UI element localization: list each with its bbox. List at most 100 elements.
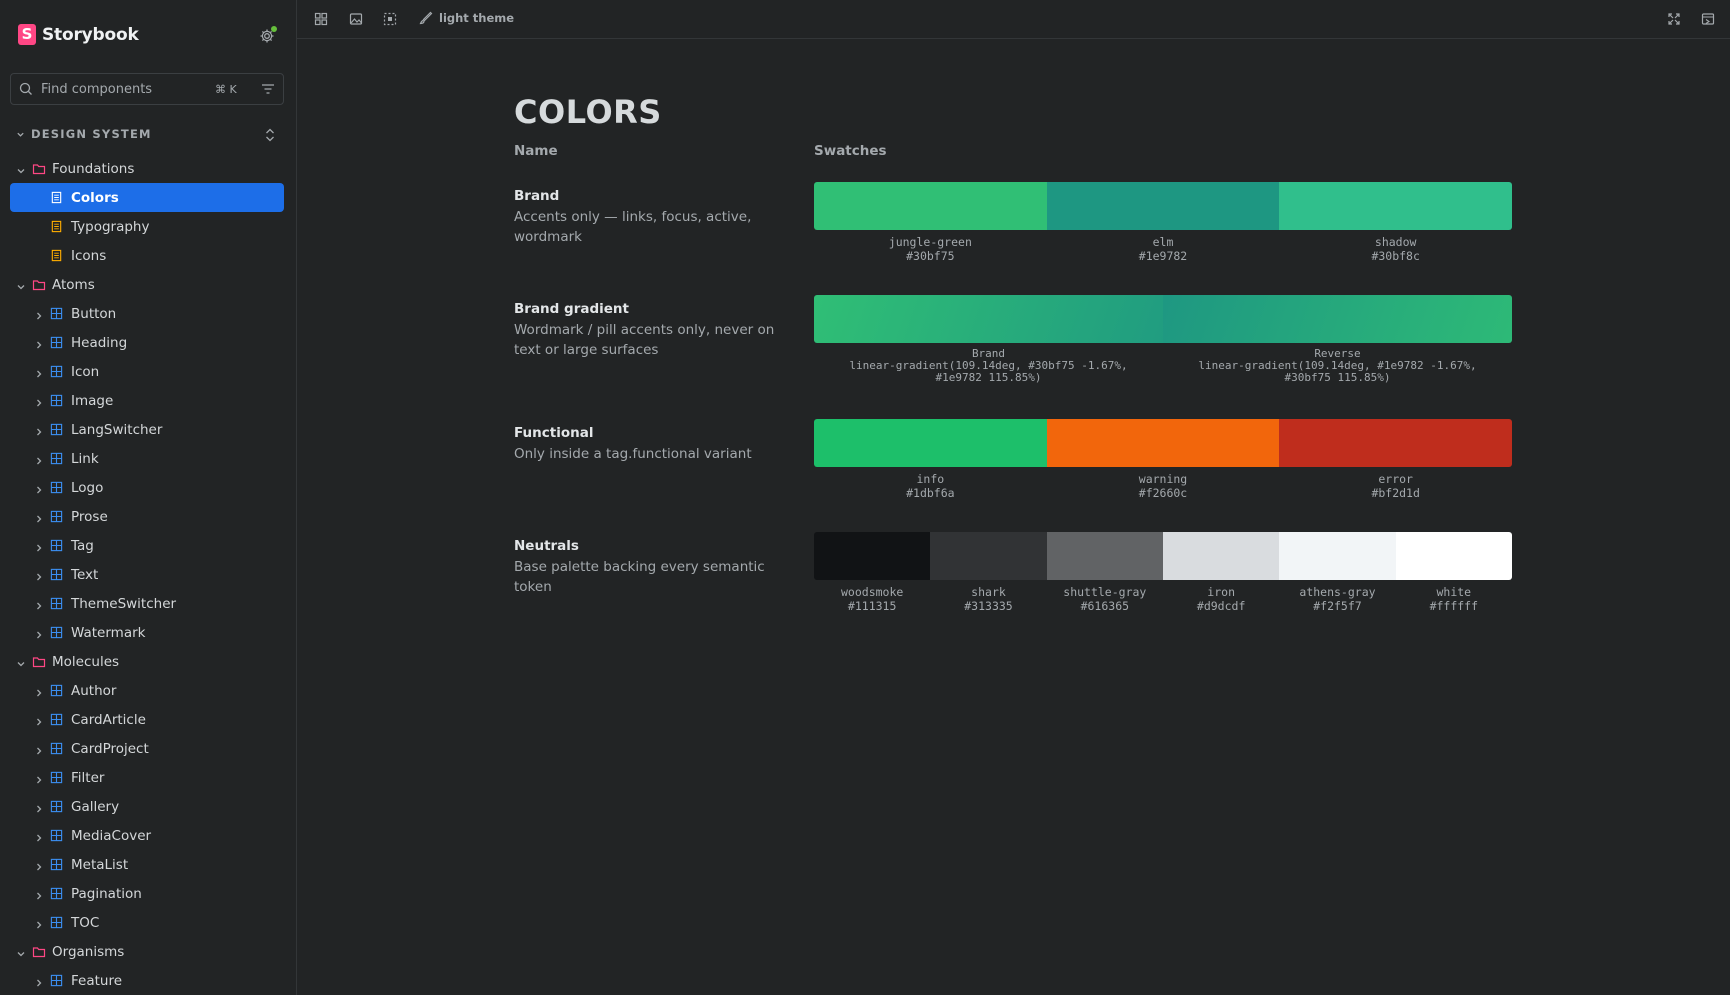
component-icon: [50, 742, 63, 755]
sidebar-item-label: ThemeSwitcher: [71, 595, 177, 612]
component-icon: [50, 510, 63, 523]
sidebar-item-label: Icons: [71, 247, 107, 264]
sidebar-item-molecules[interactable]: Molecules: [10, 647, 284, 676]
swatch-caption: iron #d9dcdf: [1163, 585, 1279, 613]
sidebar-item-author[interactable]: Author: [10, 676, 284, 705]
chevron-right-icon: [34, 570, 44, 580]
sidebar-item-foundations[interactable]: Foundations: [10, 154, 284, 183]
sidebar-item-label: Typography: [71, 218, 150, 235]
chevron-right-icon: [34, 889, 44, 899]
swatch-caption: woodsmoke #111315: [814, 585, 930, 613]
sidebar-item-themeswitcher[interactable]: ThemeSwitcher: [10, 589, 284, 618]
swatch-name: jungle-green: [888, 235, 972, 249]
grid-icon[interactable]: [314, 12, 328, 26]
sidebar-item-label: TOC: [71, 914, 100, 931]
sidebar-item-label: Atoms: [52, 276, 95, 293]
sidebar-item-tag[interactable]: Tag: [10, 531, 284, 560]
gradient-value: linear-gradient(109.14deg, #1e9782 -1.67…: [1198, 359, 1477, 384]
sidebar-item-filter[interactable]: Filter: [10, 763, 284, 792]
chevron-down-icon: [16, 280, 26, 290]
sidebar-item-typography[interactable]: Typography: [10, 212, 284, 241]
search-icon: [19, 82, 32, 95]
sidebar-item-icons[interactable]: Icons: [10, 241, 284, 270]
swatch-name: info: [916, 472, 945, 486]
component-icon: [50, 974, 63, 987]
sidebar-item-label: Colors: [71, 189, 119, 206]
sidebar-item-label: Tag: [71, 537, 94, 554]
row-desc-neutrals: Base palette backing every semantic toke…: [514, 559, 765, 595]
sidebar-item-label: Prose: [71, 508, 108, 525]
open-in-new-tab-icon[interactable]: [1701, 12, 1715, 26]
swatch-name: warning: [1138, 472, 1188, 486]
search-input[interactable]: [39, 80, 213, 98]
swatch-shuttle-gray: [1046, 532, 1163, 580]
swatch-caption: error #bf2d1d: [1279, 472, 1512, 500]
swatch-hex: #f2f5f7: [1313, 599, 1362, 613]
theme-toggle[interactable]: light theme: [419, 11, 514, 25]
sidebar-item-atoms[interactable]: Atoms: [10, 270, 284, 299]
sidebar-item-mediacover[interactable]: MediaCover: [10, 821, 284, 850]
sidebar-item-link[interactable]: Link: [10, 444, 284, 473]
sidebar-item-label: Gallery: [71, 798, 120, 815]
swatch-hex: #1dbf6a: [906, 486, 955, 500]
component-icon: [50, 452, 63, 465]
background-image-icon[interactable]: [349, 12, 363, 26]
document-icon: [50, 249, 63, 262]
component-icon: [50, 307, 63, 320]
sidebar-item-label: Author: [71, 682, 117, 699]
sidebar-item-text[interactable]: Text: [10, 560, 284, 589]
swatch-iron: [1162, 532, 1280, 580]
swatch-info: [814, 419, 1047, 467]
sidebar-item-button[interactable]: Button: [10, 299, 284, 328]
swatch-hex: #30bf75: [906, 249, 955, 263]
sidebar-item-cardproject[interactable]: CardProject: [10, 734, 284, 763]
sidebar-item-colors[interactable]: Colors: [10, 183, 284, 212]
row-name-brand: Brand: [514, 188, 560, 204]
row-desc-brand-gradient: Wordmark / pill accents only, never on t…: [514, 322, 775, 358]
sidebar-item-image[interactable]: Image: [10, 386, 284, 415]
swatch-caption: shadow #30bf8c: [1279, 235, 1512, 263]
chevron-right-icon: [34, 715, 44, 725]
sidebar-item-toc[interactable]: TOC: [10, 908, 284, 937]
sidebar-item-label: MetaList: [71, 856, 129, 873]
search-box[interactable]: ⌘ K: [10, 73, 284, 105]
sidebar-item-organisms[interactable]: Organisms: [10, 937, 284, 966]
swatch-hex: #30bf8c: [1371, 249, 1420, 263]
expand-collapse-icon[interactable]: [263, 126, 277, 144]
sidebar-item-label: Text: [71, 566, 99, 583]
sidebar-item-prose[interactable]: Prose: [10, 502, 284, 531]
filter-icon[interactable]: [261, 82, 275, 96]
sidebar-item-watermark[interactable]: Watermark: [10, 618, 284, 647]
swatch-hex: #1e9782: [1138, 249, 1188, 263]
swatch-caption: athens-gray #f2f5f7: [1279, 585, 1395, 613]
swatch-hex: #313335: [964, 599, 1013, 613]
sidebar-item-cardarticle[interactable]: CardArticle: [10, 705, 284, 734]
section-header[interactable]: DESIGN SYSTEM: [16, 127, 152, 141]
chevron-right-icon: [34, 541, 44, 551]
outline-icon[interactable]: [383, 12, 397, 26]
folder-icon: [32, 655, 46, 668]
chevron-down-icon: [16, 164, 26, 174]
sidebar-item-pagination[interactable]: Pagination: [10, 879, 284, 908]
component-icon: [50, 916, 63, 929]
sidebar-item-logo[interactable]: Logo: [10, 473, 284, 502]
chevron-right-icon: [34, 483, 44, 493]
sidebar-item-icon[interactable]: Icon: [10, 357, 284, 386]
component-icon: [50, 684, 63, 697]
sidebar-item-gallery[interactable]: Gallery: [10, 792, 284, 821]
fullscreen-icon[interactable]: [1667, 12, 1681, 26]
settings-button[interactable]: [259, 26, 277, 44]
sidebar-item-label: Organisms: [52, 943, 125, 960]
chevron-right-icon: [34, 918, 44, 928]
sidebar-item-metalist[interactable]: MetaList: [10, 850, 284, 879]
component-icon: [50, 858, 63, 871]
sidebar: S Storybook ⌘ K DESIGN SYSTEM Foundation…: [0, 0, 297, 995]
sidebar-item-label: CardProject: [71, 740, 149, 757]
sidebar-item-feature[interactable]: Feature: [10, 966, 284, 995]
chevron-right-icon: [34, 454, 44, 464]
section-title: DESIGN SYSTEM: [31, 127, 152, 141]
sidebar-item-langswitcher[interactable]: LangSwitcher: [10, 415, 284, 444]
swatch-captions-brand-gradient: Brand linear-gradient(109.14deg, #30bf75 …: [814, 348, 1512, 384]
sidebar-item-heading[interactable]: Heading: [10, 328, 284, 357]
storybook-logo[interactable]: S Storybook: [18, 24, 139, 45]
